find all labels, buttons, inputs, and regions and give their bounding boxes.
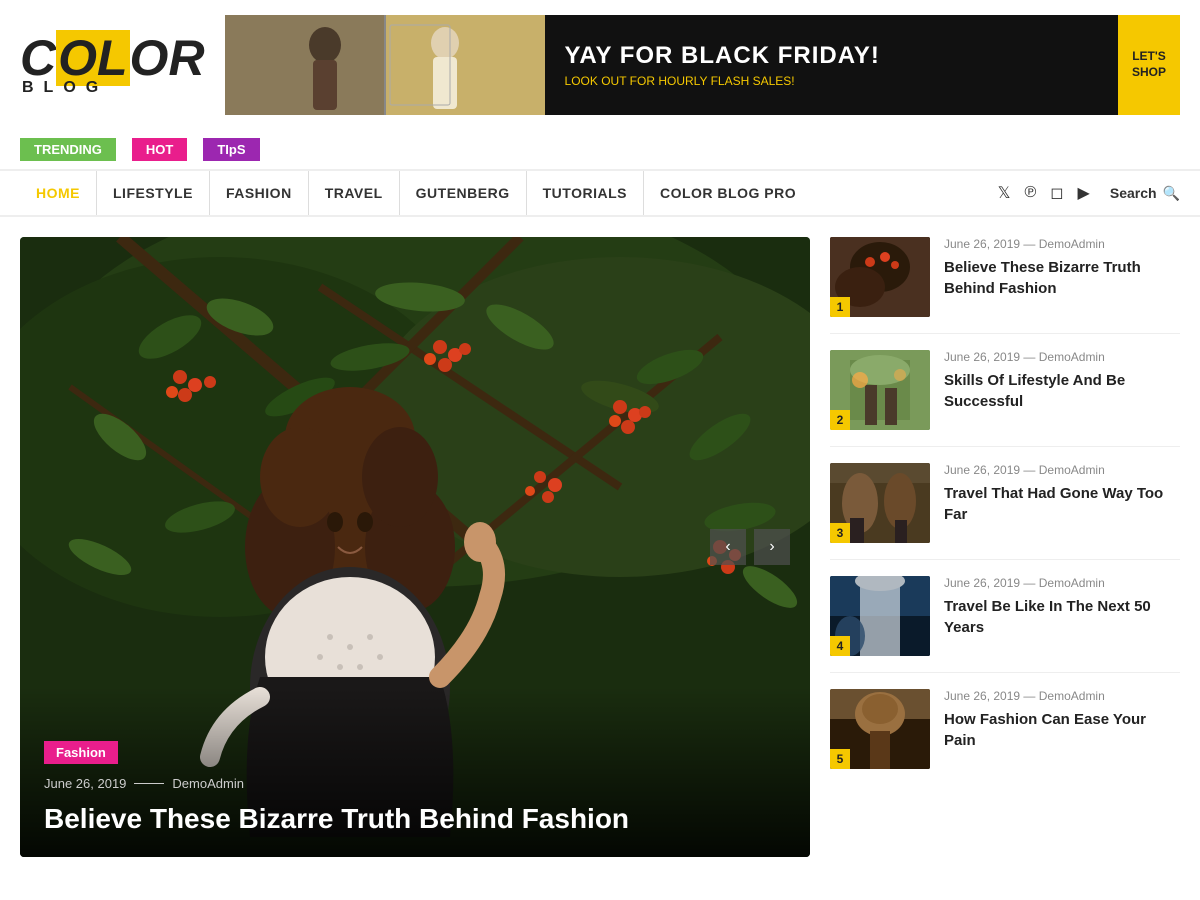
sidebar-content-5: June 26, 2019 — DemoAdmin How Fashion Ca… [944,689,1180,751]
sidebar-date-5: June 26, 2019 [944,689,1020,703]
hero-date: June 26, 2019 [44,776,126,791]
sidebar-item-5: 5 June 26, 2019 — DemoAdmin How Fashion … [830,689,1180,769]
banner-image [225,15,545,115]
sidebar-title-3[interactable]: Travel That Had Gone Way Too Far [944,483,1180,525]
sidebar-meta-3: June 26, 2019 — DemoAdmin [944,463,1180,477]
hero-category-tag[interactable]: Fashion [44,741,118,764]
sidebar-item-number-2: 2 [830,410,850,430]
nav-item-travel[interactable]: TRAVEL [309,171,400,215]
sidebar-author-3: DemoAdmin [1039,463,1105,477]
twitter-icon[interactable]: 𝕏 [998,183,1011,203]
nav-item-colorblogpro[interactable]: COLOR BLOG PRO [644,171,812,215]
sidebar-item-4: 4 June 26, 2019 — DemoAdmin Travel Be Li… [830,576,1180,656]
sidebar-meta-1: June 26, 2019 — DemoAdmin [944,237,1180,251]
nav-item-gutenberg[interactable]: GUTENBERG [400,171,527,215]
hero-title[interactable]: Believe These Bizarre Truth Behind Fashi… [44,801,786,837]
sidebar-title-2[interactable]: Skills Of Lifestyle And Be Successful [944,370,1180,412]
nav-item-lifestyle[interactable]: LIFESTYLE [97,171,210,215]
sidebar-divider-2 [830,446,1180,447]
hero-meta-separator [134,783,164,784]
nav-item-fashion[interactable]: FASHION [210,171,309,215]
logo-color-text: C [20,30,56,86]
nav-social:  𝕏 ℗ ◻ ▶ [964,183,1110,203]
sidebar-item-number-3: 3 [830,523,850,543]
logo-blog-text: BLOG [20,79,205,97]
sidebar-author-4: DemoAdmin [1039,576,1105,590]
sidebar-date-1: June 26, 2019 [944,237,1020,251]
search-button[interactable]: Search 🔍 [1110,185,1180,202]
sidebar-author-5: DemoAdmin [1039,689,1105,703]
sidebar-thumb-5[interactable]: 5 [830,689,930,769]
sidebar-date-4: June 26, 2019 [944,576,1020,590]
header-banner: YAY FOR BLACK FRIDAY! LOOK OUT FOR HOURL… [225,15,1180,115]
hero-navigation: ‹ › [710,529,790,565]
sidebar-content-4: June 26, 2019 — DemoAdmin Travel Be Like… [944,576,1180,638]
youtube-icon[interactable]: ▶ [1078,183,1090,203]
hero-next-button[interactable]: › [754,529,790,565]
hero-author: DemoAdmin [172,776,244,791]
sidebar-thumb-2[interactable]: 2 [830,350,930,430]
sidebar-item-3: 3 June 26, 2019 — DemoAdmin Travel That … [830,463,1180,543]
sidebar-divider-3 [830,559,1180,560]
sidebar-thumb-3[interactable]: 3 [830,463,930,543]
banner-subtitle: LOOK OUT FOR HOURLY FLASH SALES! [565,74,1098,88]
sidebar-date-2: June 26, 2019 [944,350,1020,364]
sidebar-item-2: 2 June 26, 2019 — DemoAdmin Skills Of Li… [830,350,1180,430]
nav-item-tutorials[interactable]: TUTORIALS [527,171,644,215]
logo-olor-text: OLOR [56,30,204,86]
banner-cta-button[interactable]: LET'SSHOP [1118,15,1180,115]
tag-trending[interactable]: TRENDING [20,138,116,161]
sidebar-content-1: June 26, 2019 — DemoAdmin Believe These … [944,237,1180,299]
sidebar-item-number-1: 1 [830,297,850,317]
main-nav: HOME LIFESTYLE FASHION TRAVEL GUTENBERG … [0,171,1200,217]
main-content: ‹ › Fashion June 26, 2019 DemoAdmin Beli… [0,217,1200,877]
sidebar-meta-2: June 26, 2019 — DemoAdmin [944,350,1180,364]
sidebar-item-number-5: 5 [830,749,850,769]
banner-cta-label: LET'SSHOP [1132,49,1166,80]
sidebar-author-1: DemoAdmin [1039,237,1105,251]
sidebar-meta-5: June 26, 2019 — DemoAdmin [944,689,1180,703]
sidebar-divider-1 [830,333,1180,334]
sidebar-title-5[interactable]: How Fashion Can Ease Your Pain [944,709,1180,751]
sidebar-author-2: DemoAdmin [1039,350,1105,364]
hero-info: Fashion June 26, 2019 DemoAdmin Believe … [20,721,810,857]
pinterest-icon[interactable]: ℗ [1024,184,1036,202]
sidebar-thumb-1[interactable]: 1 [830,237,930,317]
sidebar-content-2: June 26, 2019 — DemoAdmin Skills Of Life… [944,350,1180,412]
sidebar-meta-4: June 26, 2019 — DemoAdmin [944,576,1180,590]
sidebar-thumb-4[interactable]: 4 [830,576,930,656]
tag-tips[interactable]: TIpS [203,138,259,161]
banner-text-area: YAY FOR BLACK FRIDAY! LOOK OUT FOR HOURL… [545,27,1118,103]
sidebar-title-1[interactable]: Believe These Bizarre Truth Behind Fashi… [944,257,1180,299]
sidebar-item-1: 1 June 26, 2019 — DemoAdmin Believe Thes… [830,237,1180,317]
logo[interactable]: COLOR BLOG [20,33,205,97]
sidebar-divider-4 [830,672,1180,673]
header: COLOR BLOG YAY FOR BLACK [0,0,1200,130]
search-icon: 🔍 [1163,185,1180,202]
tags-row: TRENDING HOT TIpS [0,130,1200,171]
hero-prev-button[interactable]: ‹ [710,529,746,565]
hero-slider: ‹ › Fashion June 26, 2019 DemoAdmin Beli… [20,237,810,857]
banner-title: YAY FOR BLACK FRIDAY! [565,42,1098,70]
nav-item-home[interactable]: HOME [20,171,97,215]
sidebar-date-3: June 26, 2019 [944,463,1020,477]
tag-hot[interactable]: HOT [132,138,187,161]
sidebar-item-number-4: 4 [830,636,850,656]
sidebar: 1 June 26, 2019 — DemoAdmin Believe Thes… [830,237,1180,857]
nav-items: HOME LIFESTYLE FASHION TRAVEL GUTENBERG … [20,171,964,215]
search-label: Search [1110,185,1157,201]
sidebar-title-4[interactable]: Travel Be Like In The Next 50 Years [944,596,1180,638]
instagram-icon[interactable]: ◻ [1050,183,1063,203]
sidebar-content-3: June 26, 2019 — DemoAdmin Travel That Ha… [944,463,1180,525]
hero-meta: June 26, 2019 DemoAdmin [44,776,786,791]
